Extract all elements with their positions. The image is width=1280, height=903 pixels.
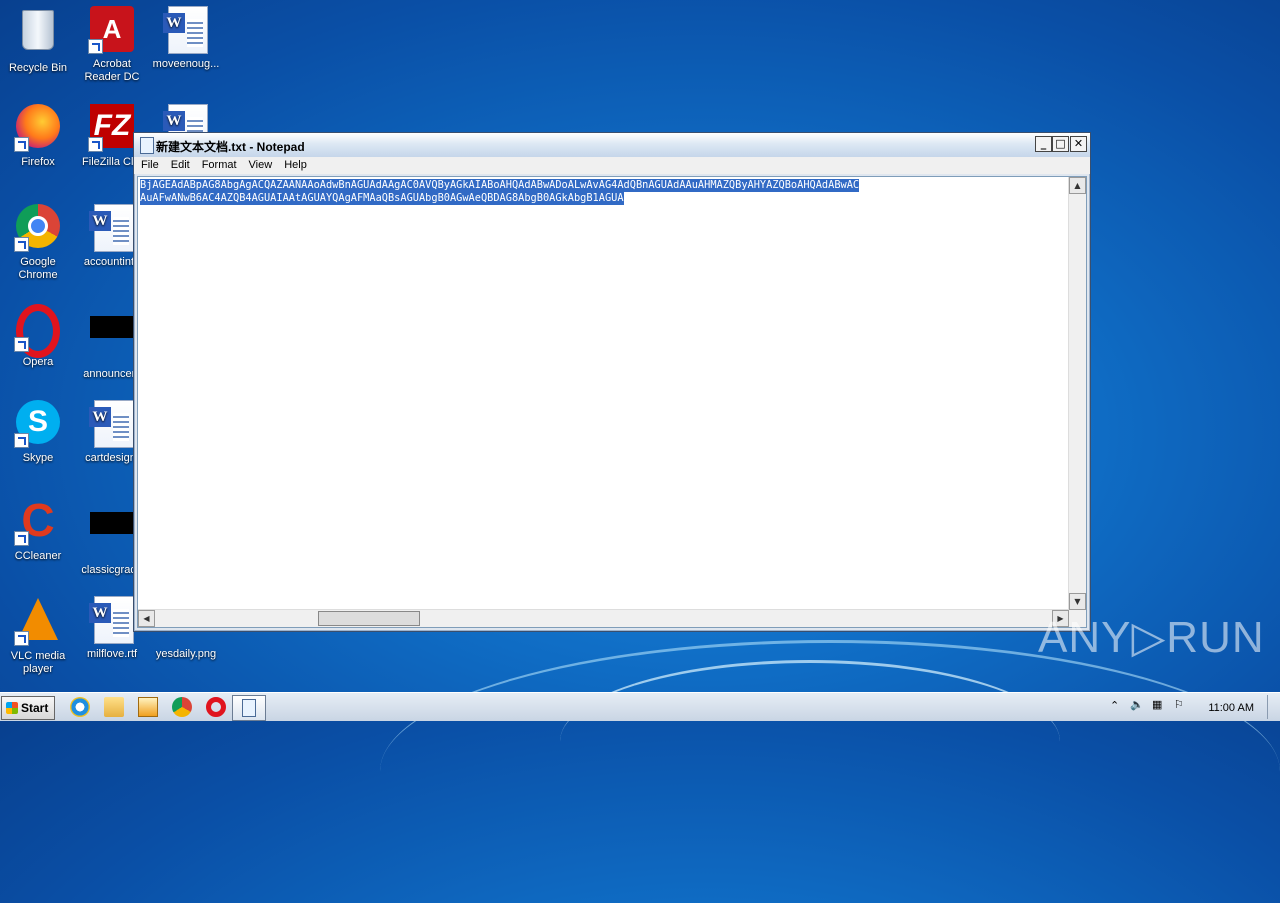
window-title: 新建文本文档.txt - Notepad	[156, 140, 305, 154]
windows-logo-icon	[6, 702, 18, 714]
desktop-icon-acrobat[interactable]: A Acrobat Reader DC	[74, 6, 150, 84]
desktop-icon-label: Firefox	[21, 156, 55, 168]
ccleaner-icon: C	[14, 497, 62, 546]
word-document-icon: W	[89, 400, 134, 448]
firefox-icon	[14, 104, 62, 152]
desktop-icon-recycle-bin[interactable]: Recycle Bin	[0, 6, 76, 75]
menu-view[interactable]: View	[242, 157, 278, 171]
word-document-icon: W	[163, 6, 208, 54]
notepad-icon	[140, 137, 154, 154]
chrome-icon	[14, 204, 62, 252]
internet-explorer-icon[interactable]	[70, 697, 90, 717]
desktop-icon-skype[interactable]: S Skype	[0, 400, 76, 465]
acrobat-icon: A	[88, 6, 136, 54]
horizontal-scrollbar[interactable]: ◀ ▶	[138, 609, 1069, 627]
menu-format[interactable]: Format	[195, 157, 242, 171]
text-line-2[interactable]: AuAFwANwB6AC4AZQB4AGUAIAAtAGUAYQAgAFMAaQ…	[140, 192, 624, 205]
media-player-icon[interactable]	[138, 697, 158, 717]
desktop-icon-label: CCleaner	[14, 550, 62, 562]
desktop-icon-firefox[interactable]: Firefox	[0, 104, 76, 169]
desktop-icon-google-chrome[interactable]: Google Chrome	[0, 204, 76, 282]
notepad-taskbar-button[interactable]	[232, 695, 266, 721]
skype-icon: S	[14, 400, 62, 448]
opera-icon	[14, 304, 62, 358]
desktop-icon-label: Recycle Bin	[8, 62, 68, 74]
redacted-thumbnail-icon	[90, 316, 134, 338]
recycle-bin-icon	[14, 10, 62, 58]
scroll-up-arrow-icon[interactable]: ▲	[1069, 177, 1086, 194]
shortcut-arrow-icon	[14, 433, 29, 448]
menu-help[interactable]: Help	[277, 157, 312, 171]
shortcut-arrow-icon	[14, 631, 29, 646]
show-hidden-icons-chevron-icon[interactable]: ⌃	[1110, 699, 1119, 712]
text-editor-area[interactable]: BjAGEAdABpAG8AbgAgACQAZAANAAoAdwBnAGUAdA…	[137, 176, 1087, 628]
clock[interactable]: 11:00 AM	[1208, 702, 1254, 714]
close-button[interactable]: ✕	[1070, 136, 1087, 152]
notepad-title-bar[interactable]: 新建文本文档.txt - Notepad _ □ ✕	[134, 133, 1090, 157]
shortcut-arrow-icon	[88, 137, 103, 152]
anyrun-watermark: ANY▷RUN	[1038, 613, 1265, 662]
desktop-icon-opera[interactable]: Opera	[0, 302, 76, 369]
maximize-button[interactable]: □	[1052, 136, 1069, 152]
desktop-icon-label: Google Chrome	[18, 256, 58, 281]
system-tray: ⌃ 🔈 ▦ ⚐ 11:00 AM	[1100, 695, 1280, 719]
vlc-cone-icon	[14, 598, 62, 646]
menu-edit[interactable]: Edit	[164, 157, 195, 171]
desktop-icon-label: VLC media player	[10, 650, 66, 675]
desktop-icon-label: milflove.rtf	[86, 648, 138, 660]
menu-file[interactable]: File	[134, 157, 164, 171]
shortcut-arrow-icon	[14, 237, 29, 252]
shortcut-arrow-icon	[14, 531, 29, 546]
volume-icon[interactable]: 🔈	[1130, 698, 1144, 711]
opera-taskbar-icon[interactable]	[206, 697, 226, 717]
word-document-icon: W	[89, 596, 134, 644]
shortcut-arrow-icon	[14, 137, 29, 152]
desktop-icon-label: yesdaily.png	[155, 648, 217, 660]
action-center-flag-icon[interactable]: ⚐	[1174, 698, 1184, 711]
desktop-icon-label: moveenoug...	[152, 58, 220, 70]
shortcut-arrow-icon	[88, 39, 103, 54]
network-icon[interactable]: ▦	[1152, 698, 1162, 711]
shortcut-arrow-icon	[14, 337, 29, 352]
start-label: Start	[21, 701, 49, 715]
scroll-left-arrow-icon[interactable]: ◀	[138, 610, 155, 627]
desktop-icon-vlc[interactable]: VLC media player	[0, 596, 76, 676]
word-document-icon: W	[89, 204, 134, 252]
file-explorer-icon[interactable]	[104, 697, 124, 717]
menu-bar: File Edit Format View Help	[134, 157, 1090, 174]
vertical-scrollbar[interactable]: ▲ ▼	[1068, 177, 1086, 610]
desktop-icon-ccleaner[interactable]: C CCleaner	[0, 497, 76, 563]
show-desktop-button[interactable]	[1267, 695, 1280, 719]
filezilla-icon: FZ	[88, 104, 136, 152]
notepad-taskbar-icon	[242, 699, 256, 717]
notepad-window[interactable]: 新建文本文档.txt - Notepad _ □ ✕ File Edit Forma…	[133, 132, 1091, 632]
text-line-1[interactable]: BjAGEAdABpAG8AbgAgACQAZAANAAoAdwBnAGUAdA…	[140, 179, 860, 192]
scroll-down-arrow-icon[interactable]: ▼	[1069, 593, 1086, 610]
horizontal-scroll-thumb[interactable]	[318, 611, 420, 626]
chrome-taskbar-icon[interactable]	[172, 697, 192, 717]
redacted-thumbnail-icon	[90, 512, 134, 534]
start-button[interactable]: Start	[1, 696, 55, 720]
desktop-icon-label: Skype	[22, 452, 54, 464]
desktop-icon-label: Acrobat Reader DC	[84, 58, 140, 83]
taskbar: Start ⌃ 🔈 ▦ ⚐ 11:00 AM	[0, 692, 1280, 721]
minimize-button[interactable]: _	[1035, 136, 1052, 152]
desktop-icon-moveenough[interactable]: W moveenoug...	[148, 6, 224, 71]
